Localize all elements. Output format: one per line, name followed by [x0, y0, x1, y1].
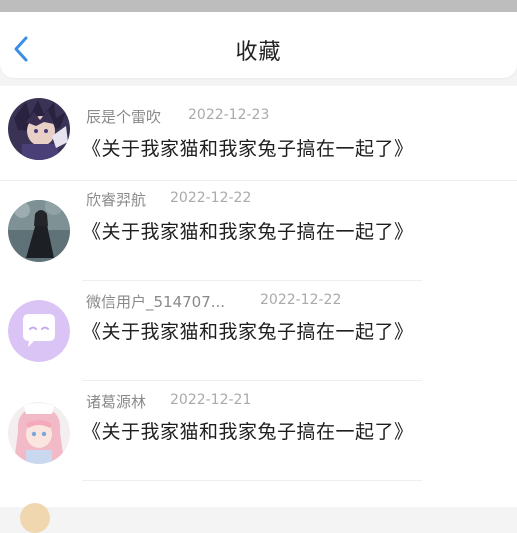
username: 欣睿羿航: [86, 191, 147, 209]
dark-dress-girl-avatar-icon[interactable]: [8, 200, 70, 262]
divider: [82, 480, 422, 481]
divider: [0, 180, 517, 181]
date: 2022-12-22: [260, 292, 342, 308]
favorite-item[interactable]: 辰是个雷吹 2022-12-23 《关于我家猫和我家兔子搞在一起了》: [0, 86, 517, 186]
article-title[interactable]: 《关于我家猫和我家兔子搞在一起了》: [82, 317, 414, 344]
favorites-list: 辰是个雷吹 2022-12-23 《关于我家猫和我家兔子搞在一起了》 欣睿羿航 …: [0, 86, 517, 533]
username: 辰是个雷吹: [86, 108, 162, 126]
article-title[interactable]: 《关于我家猫和我家兔子搞在一起了》: [82, 417, 414, 444]
anime-boy-avatar-icon[interactable]: [8, 98, 70, 160]
status-bar: [0, 0, 517, 12]
favorite-item[interactable]: 欣睿羿航 2022-12-22 《关于我家猫和我家兔子搞在一起了》: [0, 190, 517, 292]
chat-bubble-avatar-icon[interactable]: [8, 300, 70, 362]
page-title: 收藏: [235, 40, 282, 65]
username: 诸葛源林: [86, 393, 147, 411]
divider: [82, 280, 422, 281]
date: 2022-12-21: [170, 392, 252, 408]
username: 微信用户_514707...: [86, 293, 226, 311]
header: 收藏: [0, 12, 517, 78]
favorite-item[interactable]: 微信用户_514707... 2022-12-22 《关于我家猫和我家兔子搞在一…: [0, 292, 517, 392]
avatar[interactable]: [20, 503, 50, 533]
anime-girl-avatar-icon[interactable]: [8, 402, 70, 464]
divider: [82, 380, 422, 381]
article-title[interactable]: 《关于我家猫和我家兔子搞在一起了》: [82, 217, 414, 244]
date: 2022-12-22: [170, 190, 252, 206]
date: 2022-12-23: [188, 107, 270, 123]
article-title[interactable]: 《关于我家猫和我家兔子搞在一起了》: [82, 134, 414, 161]
favorite-item[interactable]: 诸葛源林 2022-12-21 《关于我家猫和我家兔子搞在一起了》: [0, 392, 517, 492]
